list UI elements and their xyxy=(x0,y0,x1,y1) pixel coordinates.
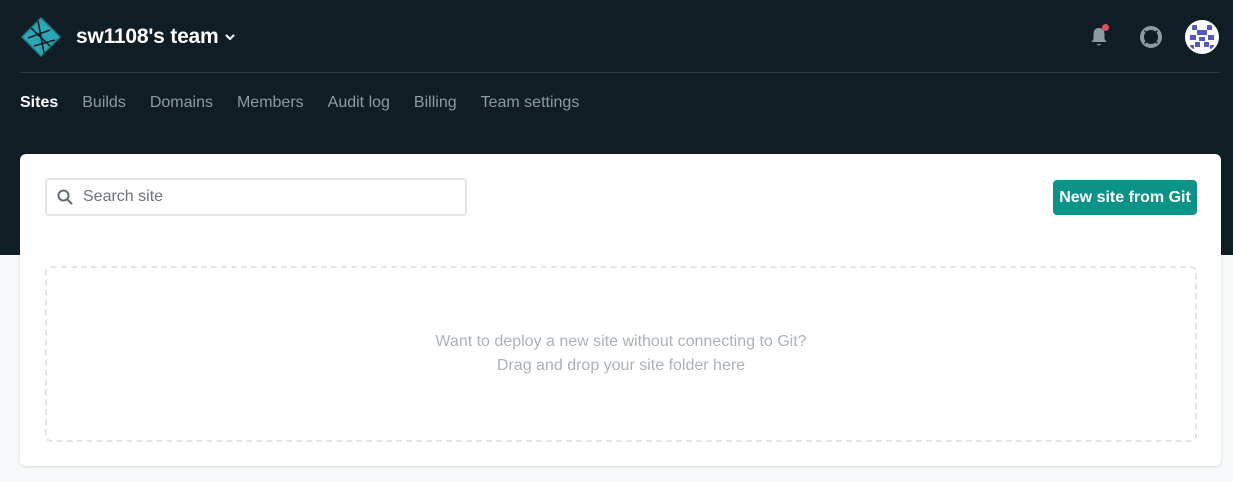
avatar[interactable] xyxy=(1185,20,1219,54)
notification-dot xyxy=(1102,24,1109,31)
header-divider xyxy=(20,72,1220,73)
chevron-down-icon xyxy=(225,34,235,40)
nav-item-team-settings[interactable]: Team settings xyxy=(481,93,580,113)
avatar-icon xyxy=(1187,22,1217,52)
team-name: sw1108's team xyxy=(76,25,219,48)
nav-item-builds[interactable]: Builds xyxy=(82,93,126,113)
nav-item-members[interactable]: Members xyxy=(237,93,304,113)
netlify-logo-icon[interactable] xyxy=(20,16,62,58)
search-icon xyxy=(57,189,73,205)
team-nav: Sites Builds Domains Members Audit log B… xyxy=(20,93,603,113)
nav-item-billing[interactable]: Billing xyxy=(414,93,457,113)
nav-item-domains[interactable]: Domains xyxy=(150,93,213,113)
nav-item-audit-log[interactable]: Audit log xyxy=(328,93,390,113)
help-button[interactable] xyxy=(1135,20,1167,54)
top-bar: sw1108's team xyxy=(0,0,1233,73)
dropzone-text-line2: Drag and drop your site folder here xyxy=(496,357,746,374)
search-box[interactable] xyxy=(45,178,467,216)
notifications-button[interactable] xyxy=(1083,20,1115,54)
team-switcher[interactable]: sw1108's team xyxy=(76,25,236,49)
nav-item-sites[interactable]: Sites xyxy=(20,93,58,113)
deploy-dropzone[interactable]: Want to deploy a new site without connec… xyxy=(45,266,1197,442)
new-site-from-git-button[interactable]: New site from Git xyxy=(1053,180,1197,215)
top-actions xyxy=(1083,20,1219,54)
sites-card: New site from Git Want to deploy a new s… xyxy=(20,154,1221,466)
search-input[interactable] xyxy=(81,187,445,207)
help-lifebuoy-icon xyxy=(1140,26,1162,48)
dropzone-text-line1: Want to deploy a new site without connec… xyxy=(435,333,807,350)
